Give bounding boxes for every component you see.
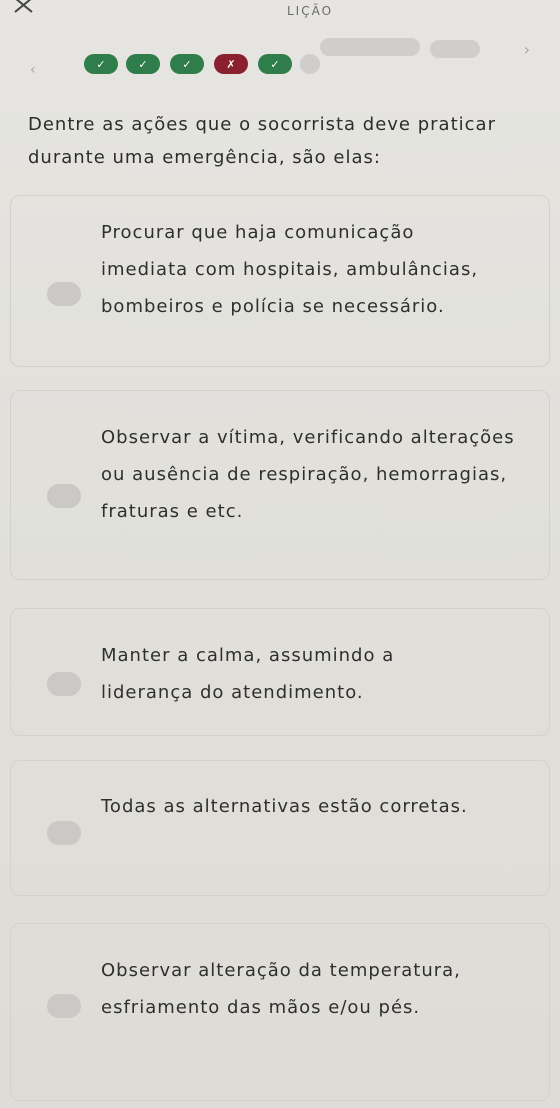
- answer-option-text: Procurar que haja comunicação imediata c…: [101, 222, 479, 317]
- answer-option[interactable]: Manter a calma, assumindo a liderança do…: [10, 608, 550, 736]
- progress-bar: ‹ ✓ ✓ ✓ ✗ ✓ ›: [20, 38, 560, 78]
- progress-step-pending: [320, 38, 420, 56]
- check-icon: ✓: [182, 57, 192, 71]
- check-icon: ✓: [270, 57, 280, 71]
- radio-button[interactable]: [47, 994, 81, 1018]
- progress-step-correct[interactable]: ✓: [126, 54, 160, 74]
- next-arrow-icon[interactable]: ›: [524, 40, 530, 59]
- check-icon: ✓: [96, 57, 106, 71]
- header: LIÇÃO: [0, 0, 560, 30]
- progress-step-wrong[interactable]: ✗: [214, 54, 248, 74]
- radio-button[interactable]: [47, 672, 81, 696]
- radio-button[interactable]: [47, 282, 81, 306]
- progress-step-pending: [430, 40, 480, 58]
- progress-step-correct[interactable]: ✓: [170, 54, 204, 74]
- previous-arrow-icon[interactable]: ‹: [30, 62, 36, 78]
- answer-option[interactable]: Observar a vítima, verificando alteraçõe…: [10, 390, 550, 580]
- answer-option[interactable]: Observar alteração da temperatura, esfri…: [10, 923, 550, 1101]
- progress-step-correct[interactable]: ✓: [84, 54, 118, 74]
- answer-option[interactable]: Todas as alternativas estão corretas.: [10, 760, 550, 896]
- answer-option-text: Todas as alternativas estão corretas.: [101, 796, 468, 817]
- progress-step-correct[interactable]: ✓: [258, 54, 292, 74]
- progress-step-pending[interactable]: [300, 54, 320, 74]
- answer-option-text: Observar alteração da temperatura, esfri…: [101, 960, 461, 1018]
- question-text: Dentre as ações que o socorrista deve pr…: [28, 114, 496, 168]
- check-icon: ✓: [138, 57, 148, 71]
- radio-button[interactable]: [47, 821, 81, 845]
- answer-option-text: Manter a calma, assumindo a liderança do…: [101, 645, 395, 703]
- answer-option[interactable]: Procurar que haja comunicação imediata c…: [10, 195, 550, 367]
- answer-option-text: Observar a vítima, verificando alteraçõe…: [101, 427, 515, 522]
- lesson-title: LIÇÃO: [286, 4, 334, 18]
- radio-button[interactable]: [47, 484, 81, 508]
- cross-icon: ✗: [226, 57, 236, 71]
